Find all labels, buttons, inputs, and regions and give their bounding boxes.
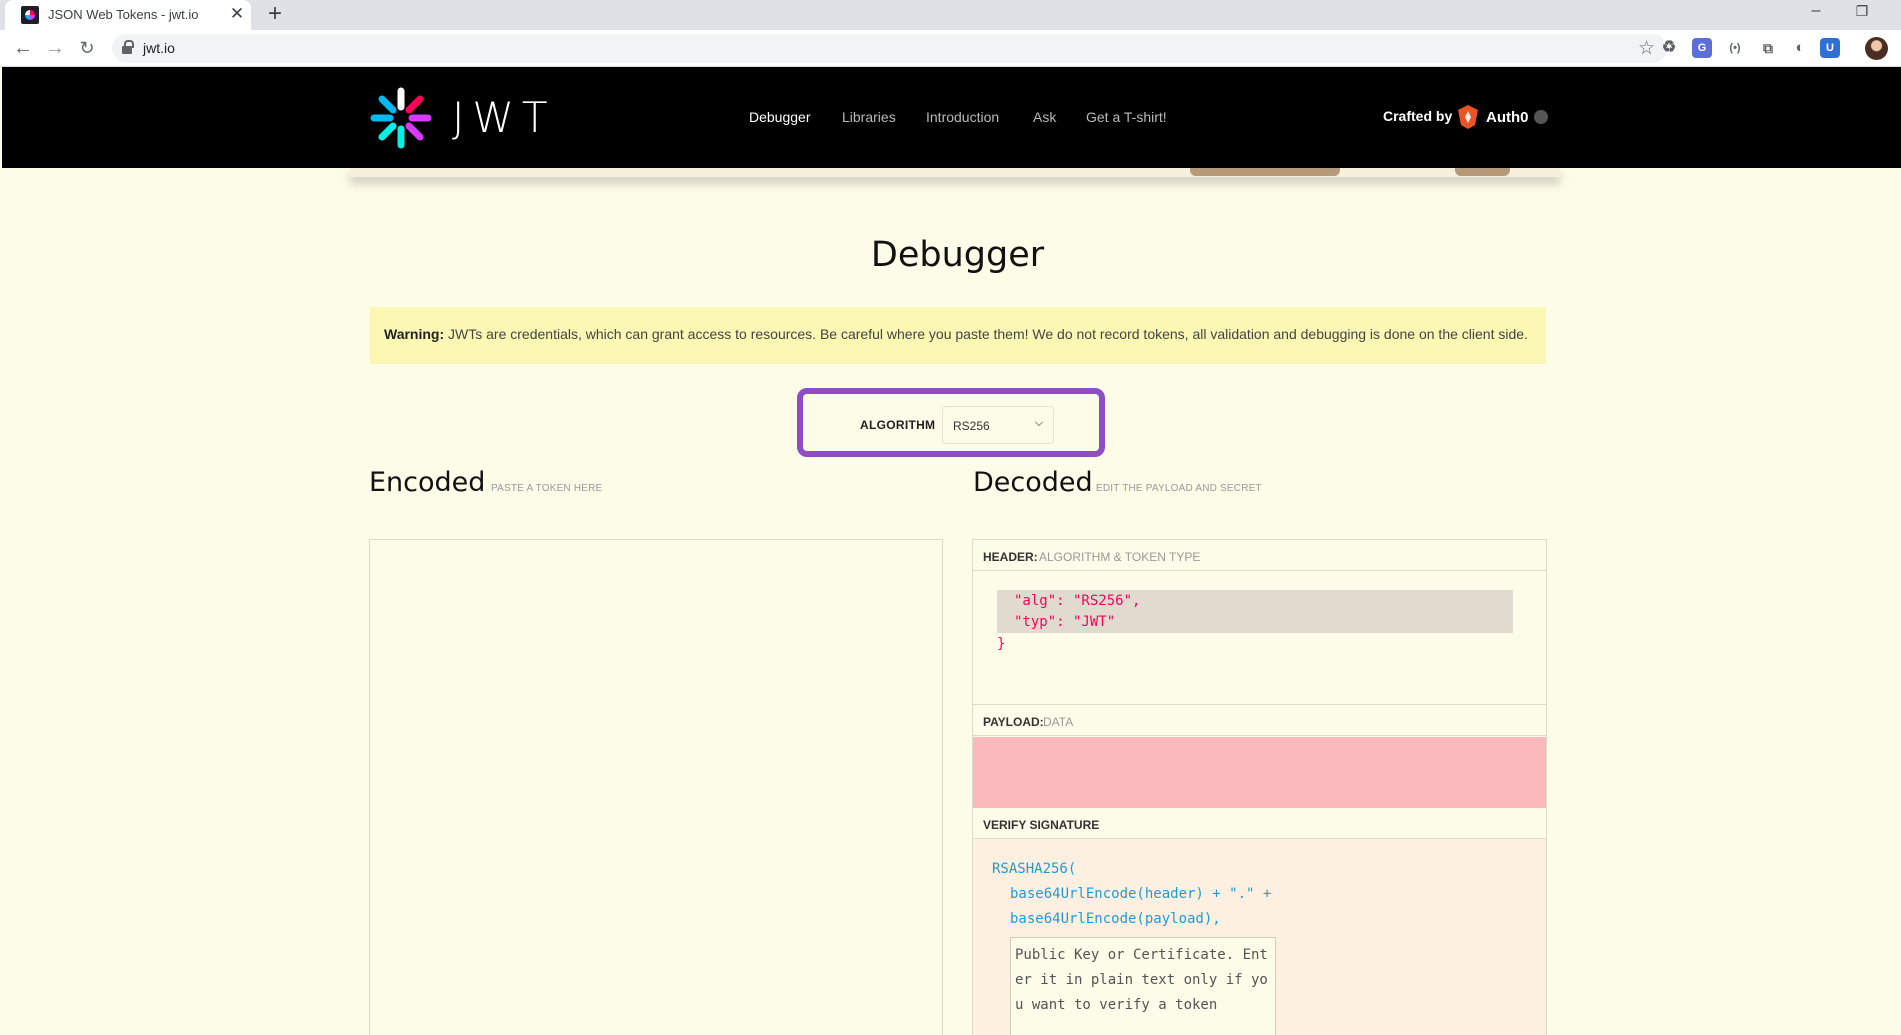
verify-signature-label: VERIFY SIGNATURE <box>983 818 1100 832</box>
nav-ask[interactable]: Ask <box>1033 109 1056 125</box>
cast-extension-icon[interactable]: ⧉ <box>1758 38 1778 58</box>
jwt-logo-wordmark[interactable]: JWT <box>452 93 556 142</box>
page-title: Debugger <box>870 235 1045 275</box>
info-icon[interactable] <box>1534 110 1548 124</box>
banner-image-edge <box>1190 168 1340 176</box>
warning-text: Warning: JWTs are credentials, which can… <box>384 326 1528 342</box>
browser-tab-strip: JSON Web Tokens - jwt.io ✕ + – ❐ <box>0 0 1901 30</box>
address-bar[interactable]: jwt.io ☆ <box>112 34 1667 63</box>
decoded-panel: HEADER: ALGORITHM & TOKEN TYPE "alg": "R… <box>972 539 1547 1035</box>
warning-message: JWTs are credentials, which can grant ac… <box>444 326 1528 342</box>
payload-section-title: PAYLOAD: DATA <box>973 705 1546 736</box>
broadcast-extension-icon[interactable]: (•) <box>1725 38 1745 58</box>
tab-title: JSON Web Tokens - jwt.io <box>48 7 199 22</box>
payload-json-editor[interactable] <box>973 737 1546 808</box>
payload-label: PAYLOAD: <box>983 715 1044 729</box>
code-line: base64UrlEncode(payload), <box>1010 911 1221 927</box>
lock-icon[interactable] <box>122 40 134 55</box>
jwt-favicon-icon <box>21 6 39 24</box>
header-label: HEADER: <box>983 550 1038 564</box>
decoded-title: Decoded <box>973 467 1093 498</box>
algorithm-select[interactable]: RS256 <box>942 406 1054 444</box>
auth0-link[interactable]: Auth0 <box>1486 109 1529 126</box>
url-text[interactable]: jwt.io <box>143 40 175 56</box>
verify-signature-area: RSASHA256( base64UrlEncode(header) + "."… <box>973 839 1546 1035</box>
nav-introduction[interactable]: Introduction <box>926 109 999 125</box>
encoded-token-editor[interactable] <box>369 539 943 1035</box>
header-section-title: HEADER: ALGORITHM & TOKEN TYPE <box>973 540 1546 571</box>
close-tab-icon[interactable]: ✕ <box>227 4 247 24</box>
public-key-input[interactable]: Public Key or Certificate. Enter it in p… <box>1010 937 1276 1035</box>
nav-debugger[interactable]: Debugger <box>749 109 811 125</box>
minimize-window-button[interactable]: – <box>1804 2 1828 24</box>
warning-label: Warning: <box>384 326 445 342</box>
shield-extension-icon[interactable]: U <box>1820 38 1840 58</box>
warning-banner: Warning: JWTs are credentials, which can… <box>370 307 1546 364</box>
algorithm-label: ALGORITHM <box>860 418 936 432</box>
reload-icon[interactable]: ↻ <box>74 35 100 61</box>
algorithm-selected-value[interactable]: RS256 <box>953 419 990 433</box>
code-line[interactable]: } <box>997 636 1005 652</box>
encoded-title: Encoded <box>369 467 486 498</box>
site-header: JWT Debugger Libraries Introduction Ask … <box>2 67 1901 168</box>
encoded-hint: PASTE A TOKEN HERE <box>491 483 603 494</box>
back-arrow-icon[interactable]: ← <box>10 35 36 61</box>
verify-signature-title: VERIFY SIGNATURE <box>973 808 1546 839</box>
header-sublabel: ALGORITHM & TOKEN TYPE <box>1039 550 1201 564</box>
banner-image-edge <box>1455 168 1510 176</box>
translate-extension-icon[interactable]: G <box>1692 38 1712 58</box>
code-line[interactable]: "alg": "RS256", <box>1014 593 1140 609</box>
decoded-hint: EDIT THE PAYLOAD AND SECRET <box>1096 483 1262 494</box>
header-json-editor[interactable]: "alg": "RS256", "typ": "JWT" } <box>973 571 1546 705</box>
jwt-logo-icon[interactable] <box>370 87 432 149</box>
code-line[interactable]: "typ": "JWT" <box>1014 614 1115 630</box>
dark-mode-extension-icon[interactable]: ◐ <box>1790 38 1810 58</box>
payload-sublabel: DATA <box>1043 715 1074 729</box>
forward-arrow-icon[interactable]: → <box>42 35 68 61</box>
crafted-by-label: Crafted by <box>1383 108 1453 124</box>
browser-toolbar: ← → ↻ jwt.io ☆ ♻ G (•) ⧉ ◐ U <box>0 30 1901 67</box>
header-banner-strip <box>350 168 1560 177</box>
bookmark-star-icon[interactable]: ☆ <box>1638 37 1655 60</box>
chevron-down-icon[interactable] <box>1035 418 1043 426</box>
nav-get-tshirt[interactable]: Get a T-shirt! <box>1086 109 1167 125</box>
public-key-placeholder[interactable]: Public Key or Certificate. Enter it in p… <box>1015 943 1271 1018</box>
browser-tab[interactable]: JSON Web Tokens - jwt.io ✕ <box>5 0 251 30</box>
auth0-shield-icon[interactable] <box>1456 104 1480 130</box>
code-line: RSASHA256( <box>992 861 1077 877</box>
recycle-extension-icon[interactable]: ♻ <box>1659 38 1679 58</box>
new-tab-button[interactable]: + <box>262 2 288 28</box>
profile-avatar[interactable] <box>1865 37 1888 60</box>
jwt-page: JWT Debugger Libraries Introduction Ask … <box>0 67 1901 1035</box>
restore-window-button[interactable]: ❐ <box>1851 3 1873 25</box>
code-line: base64UrlEncode(header) + "." + <box>1010 886 1272 902</box>
nav-libraries[interactable]: Libraries <box>842 109 896 125</box>
